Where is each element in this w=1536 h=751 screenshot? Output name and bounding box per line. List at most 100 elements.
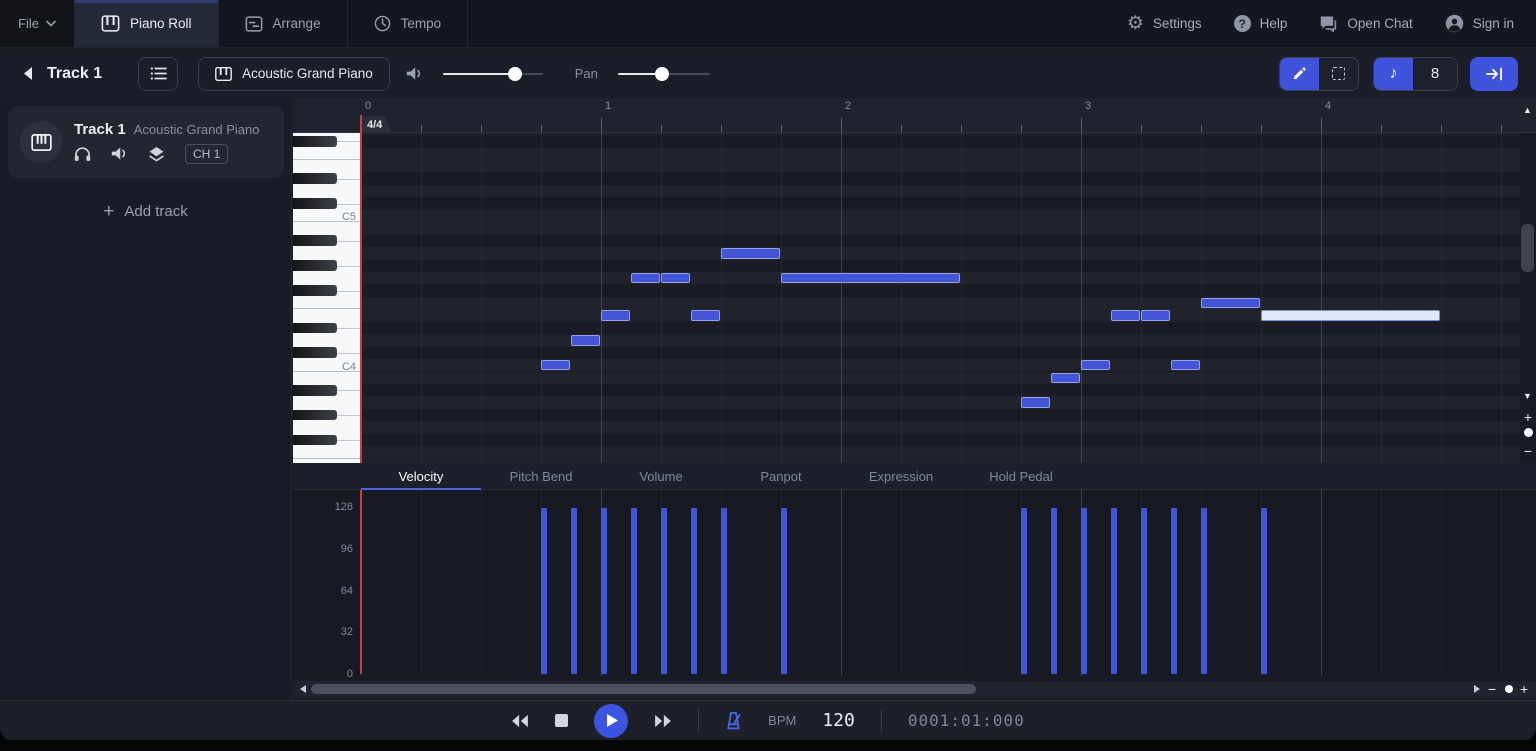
autoscroll-button[interactable] bbox=[1470, 57, 1518, 91]
midi-note[interactable] bbox=[691, 310, 720, 320]
velocity-plot[interactable] bbox=[361, 490, 1536, 676]
volume-slider-thumb[interactable] bbox=[508, 67, 522, 81]
piano-key-black[interactable] bbox=[293, 410, 337, 421]
time-signature-chip[interactable]: 4/4 bbox=[361, 116, 392, 133]
scroll-left-icon[interactable] bbox=[300, 685, 306, 693]
piano-key-black[interactable] bbox=[293, 347, 337, 358]
midi-note[interactable] bbox=[721, 248, 780, 258]
open-chat-button[interactable]: Open Chat bbox=[1319, 15, 1412, 32]
piano-key-black[interactable] bbox=[293, 136, 337, 147]
zoom-out-vertical-button[interactable]: − bbox=[1522, 444, 1534, 458]
tab-piano-roll[interactable]: Piano Roll bbox=[75, 0, 219, 47]
midi-note[interactable] bbox=[1141, 310, 1170, 320]
tab-arrange[interactable]: Arrange bbox=[219, 0, 348, 47]
zoom-reset-vertical-button[interactable] bbox=[1524, 428, 1533, 437]
velocity-bar[interactable] bbox=[661, 508, 667, 674]
midi-note[interactable] bbox=[541, 360, 570, 370]
beat-line bbox=[661, 133, 662, 463]
velocity-bar[interactable] bbox=[1171, 508, 1177, 674]
velocity-bar[interactable] bbox=[1141, 508, 1147, 674]
midi-note-selected[interactable] bbox=[1261, 310, 1440, 320]
channel-badge[interactable]: CH 1 bbox=[185, 144, 228, 164]
stop-button[interactable] bbox=[555, 714, 568, 727]
quantize-note-button[interactable]: ♪ bbox=[1374, 58, 1413, 90]
quantize-value[interactable]: 8 bbox=[1413, 58, 1457, 90]
note-grid[interactable] bbox=[361, 133, 1520, 463]
piano-key-black[interactable] bbox=[293, 385, 337, 396]
piano-key-black[interactable] bbox=[293, 323, 337, 334]
scroll-down-icon[interactable]: ▼ bbox=[1523, 392, 1532, 401]
velocity-bar[interactable] bbox=[601, 508, 607, 674]
play-button[interactable] bbox=[594, 704, 628, 738]
tab-velocity[interactable]: Velocity bbox=[361, 463, 481, 489]
midi-note[interactable] bbox=[661, 273, 690, 283]
piano-key-black[interactable] bbox=[293, 235, 337, 246]
midi-note[interactable] bbox=[1021, 397, 1050, 407]
velocity-bar[interactable] bbox=[691, 508, 697, 674]
tab-panpot[interactable]: Panpot bbox=[721, 463, 841, 489]
velocity-bar[interactable] bbox=[571, 508, 577, 674]
measure-ruler[interactable]: 4/4 01234 bbox=[293, 98, 1536, 133]
metronome-button[interactable] bbox=[725, 712, 742, 730]
instrument-button[interactable]: Acoustic Grand Piano bbox=[198, 57, 390, 91]
velocity-bar[interactable] bbox=[1051, 508, 1057, 674]
tab-volume[interactable]: Volume bbox=[601, 463, 721, 489]
tab-hold-pedal[interactable]: Hold Pedal bbox=[961, 463, 1081, 489]
velocity-bar[interactable] bbox=[631, 508, 637, 674]
midi-note[interactable] bbox=[1111, 310, 1140, 320]
fast-forward-button[interactable] bbox=[654, 714, 672, 728]
piano-key-black[interactable] bbox=[293, 173, 337, 184]
horizontal-scroll-thumb[interactable] bbox=[311, 684, 976, 694]
piano-key-black[interactable] bbox=[293, 285, 337, 296]
midi-note[interactable] bbox=[631, 273, 660, 283]
vertical-scroll-thumb[interactable] bbox=[1521, 224, 1534, 272]
piano-key-black[interactable] bbox=[293, 260, 337, 271]
help-button[interactable]: ? Help bbox=[1234, 15, 1288, 32]
pan-slider[interactable] bbox=[618, 67, 710, 81]
velocity-bar[interactable] bbox=[721, 508, 727, 674]
track-list-item[interactable]: Track 1Acoustic Grand Piano CH 1 bbox=[8, 106, 284, 178]
velocity-bar[interactable] bbox=[781, 508, 787, 674]
velocity-bar[interactable] bbox=[1261, 508, 1267, 674]
file-menu[interactable]: File bbox=[0, 0, 75, 47]
midi-note[interactable] bbox=[781, 273, 960, 283]
zoom-in-vertical-button[interactable]: + bbox=[1522, 410, 1534, 424]
volume-slider[interactable] bbox=[443, 67, 543, 81]
velocity-bar[interactable] bbox=[1201, 508, 1207, 674]
velocity-bar[interactable] bbox=[1111, 508, 1117, 674]
add-track-button[interactable]: + Add track bbox=[0, 194, 291, 228]
midi-note[interactable] bbox=[1171, 360, 1200, 370]
midi-note[interactable] bbox=[1201, 298, 1260, 308]
scroll-right-icon[interactable] bbox=[1474, 685, 1480, 693]
mute-icon[interactable] bbox=[111, 146, 128, 161]
bpm-value[interactable]: 120 bbox=[822, 710, 855, 731]
piano-key-black[interactable] bbox=[293, 435, 337, 446]
velocity-bar[interactable] bbox=[1021, 508, 1027, 674]
playhead[interactable] bbox=[360, 115, 362, 463]
piano-key-black[interactable] bbox=[293, 198, 337, 209]
rewind-button[interactable] bbox=[511, 714, 529, 728]
tab-pitch-bend[interactable]: Pitch Bend bbox=[481, 463, 601, 489]
midi-note[interactable] bbox=[1081, 360, 1110, 370]
midi-note[interactable] bbox=[1051, 373, 1080, 383]
midi-note[interactable] bbox=[601, 310, 630, 320]
velocity-bar[interactable] bbox=[1081, 508, 1087, 674]
piano-keyboard[interactable]: C5C4 bbox=[293, 133, 361, 463]
track-list-button[interactable] bbox=[138, 57, 178, 91]
settings-button[interactable]: ⚙ Settings bbox=[1127, 14, 1202, 33]
pan-slider-thumb[interactable] bbox=[655, 67, 669, 81]
selection-tool-button[interactable] bbox=[1319, 58, 1358, 90]
zoom-in-horizontal-button[interactable]: + bbox=[1520, 682, 1528, 696]
midi-note[interactable] bbox=[571, 335, 600, 345]
velocity-bar[interactable] bbox=[541, 508, 547, 674]
scroll-up-icon[interactable]: ▲ bbox=[1523, 106, 1532, 115]
tab-expression[interactable]: Expression bbox=[841, 463, 961, 489]
back-button[interactable] bbox=[22, 66, 33, 81]
headphones-icon[interactable] bbox=[74, 146, 91, 162]
tab-tempo[interactable]: Tempo bbox=[348, 0, 469, 47]
layers-icon[interactable] bbox=[148, 146, 165, 162]
sign-in-button[interactable]: Sign in bbox=[1445, 14, 1514, 33]
pencil-tool-button[interactable] bbox=[1280, 58, 1319, 90]
zoom-out-horizontal-button[interactable]: − bbox=[1488, 682, 1496, 696]
zoom-reset-horizontal-button[interactable] bbox=[1505, 685, 1513, 693]
